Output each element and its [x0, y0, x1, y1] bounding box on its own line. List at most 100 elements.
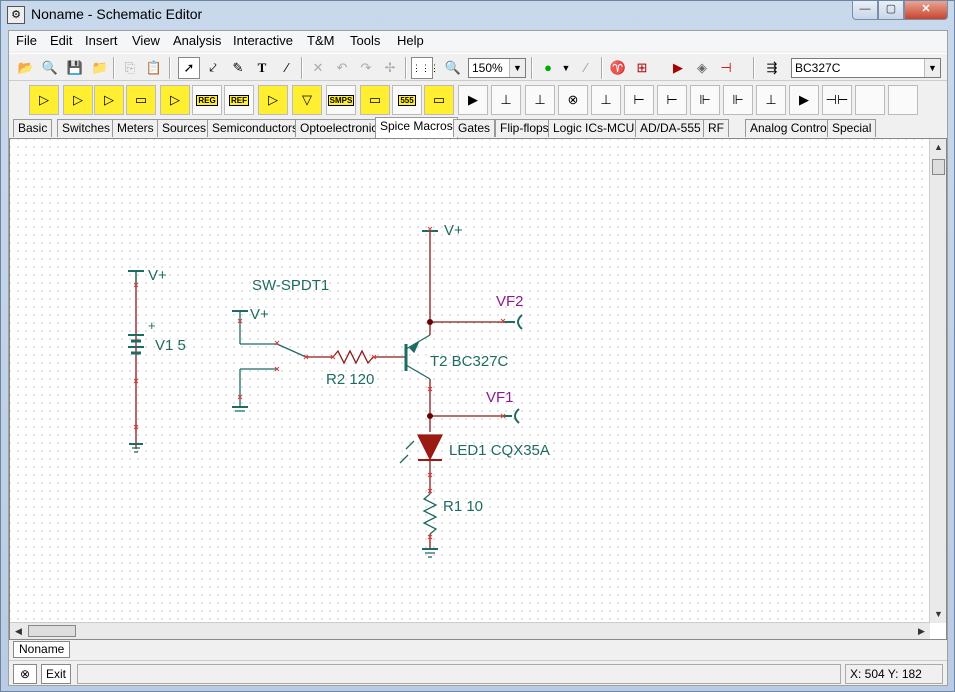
component-select[interactable]: BC327C ▼ — [791, 58, 941, 78]
delete-icon[interactable]: ✕ — [307, 57, 329, 79]
component-search-icon[interactable]: ⇶ — [761, 57, 783, 79]
chevron-down-icon[interactable]: ▼ — [924, 59, 940, 77]
schematic-app-icon[interactable]: ⚙ — [7, 6, 25, 24]
diode-icon[interactable]: ▶ — [667, 57, 689, 79]
sheet-tab-noname[interactable]: Noname — [13, 641, 71, 658]
tab-flip-flops[interactable]: Flip-flops — [495, 119, 554, 137]
vertical-scrollbar[interactable]: ▲ ▼ — [929, 139, 946, 623]
menu-tools[interactable]: Tools — [350, 33, 380, 48]
igbt-icon[interactable]: ⊥ — [756, 85, 786, 115]
resistor-r1[interactable] — [422, 493, 438, 535]
menu-insert[interactable]: Insert — [85, 33, 118, 48]
transistor-t2[interactable] — [404, 334, 431, 380]
vertical-scroll-thumb[interactable] — [932, 159, 945, 175]
paste-icon[interactable]: 📋 — [143, 57, 165, 79]
photo-transistor-icon[interactable]: ⊗ — [558, 85, 588, 115]
capacitor-icon[interactable]: ⊣⊢ — [822, 85, 852, 115]
driver-macro-icon[interactable]: ▷ — [160, 85, 190, 115]
diode-macro-icon[interactable]: ▶ — [458, 85, 488, 115]
chip-macro-icon[interactable]: ▭ — [424, 85, 454, 115]
probe-icon[interactable]: ⁄ — [575, 57, 597, 79]
dc-analysis-icon[interactable]: ● — [537, 57, 559, 79]
switch-spdt1[interactable] — [232, 310, 333, 412]
blank-component-slot[interactable] — [888, 85, 918, 115]
text-tool-icon[interactable]: T — [251, 57, 273, 79]
mirror-icon[interactable]: ✢ — [379, 57, 401, 79]
menu-analysis[interactable]: Analysis — [173, 33, 221, 48]
jfet-p-icon[interactable]: ⊢ — [657, 85, 687, 115]
tab-rf[interactable]: RF — [703, 119, 729, 137]
timer-555-icon[interactable]: 555 — [392, 85, 422, 115]
scroll-down-icon[interactable]: ▼ — [930, 606, 947, 623]
switch-icon[interactable]: ⊣ — [715, 57, 737, 79]
title-bar[interactable]: ⚙ Noname - Schematic Editor — ▢ ✕ — [1, 1, 954, 29]
grid-toggle-icon[interactable]: ⋮⋮⋮ — [411, 57, 439, 79]
redo-icon[interactable]: ↷ — [355, 57, 377, 79]
tab-analog-control[interactable]: Analog Control — [745, 119, 835, 137]
tab-special[interactable]: Special — [827, 119, 877, 137]
menu-interactive[interactable]: Interactive — [233, 33, 293, 48]
label-tool-icon[interactable]: ⁄ — [276, 57, 298, 79]
scroll-right-icon[interactable]: ▶ — [913, 623, 930, 640]
amplifier-macro-icon[interactable]: ▷ — [94, 85, 124, 115]
copy-icon[interactable]: ⎘ — [119, 57, 141, 79]
regulator-icon[interactable]: REG — [192, 85, 222, 115]
menu-edit[interactable]: Edit — [50, 33, 72, 48]
scroll-up-icon[interactable]: ▲ — [930, 139, 947, 156]
menu-tm[interactable]: T&M — [307, 33, 334, 48]
darlington-icon[interactable]: ⊥ — [591, 85, 621, 115]
tab-semiconductors[interactable]: Semiconductors — [207, 119, 304, 137]
save-icon[interactable]: 💾 — [64, 57, 86, 79]
tab-meters[interactable]: Meters — [112, 119, 159, 137]
ic-macro-icon[interactable]: ▭ — [360, 85, 390, 115]
browse-icon[interactable]: 🔍 — [39, 57, 61, 79]
smps-icon[interactable]: SMPS — [326, 85, 356, 115]
relay-icon[interactable]: ⊞ — [631, 57, 653, 79]
npn-transistor-icon[interactable]: ⊥ — [491, 85, 521, 115]
reference-icon[interactable]: REF — [224, 85, 254, 115]
pencil-icon[interactable]: ✎ — [227, 57, 249, 79]
undo-icon[interactable]: ↶ — [331, 57, 353, 79]
mosfet-p-icon[interactable]: ⊩ — [723, 85, 753, 115]
scroll-left-icon[interactable]: ◀ — [10, 623, 27, 640]
tab-ad-da-555[interactable]: AD/DA-555 — [635, 119, 706, 137]
tab-sources[interactable]: Sources — [157, 119, 212, 137]
blank-component-slot[interactable] — [855, 85, 885, 115]
tab-gates[interactable]: Gates — [453, 119, 496, 137]
open-folder-icon[interactable]: 📂 — [15, 57, 37, 79]
menu-help[interactable]: Help — [397, 33, 424, 48]
horizontal-scroll-thumb[interactable] — [28, 625, 76, 637]
tab-spice-macros[interactable]: Spice Macros — [375, 117, 458, 138]
resistor-r2[interactable] — [332, 349, 374, 365]
tab-basic[interactable]: Basic — [13, 119, 53, 137]
schmitt-macro-icon[interactable]: ▷ — [258, 85, 288, 115]
chevron-down-icon[interactable]: ▼ — [560, 57, 572, 79]
chevron-down-icon[interactable]: ▼ — [509, 59, 525, 77]
minimize-button[interactable]: — — [852, 1, 878, 20]
mosfet-n-icon[interactable]: ⊩ — [690, 85, 720, 115]
open-icon[interactable]: 📁 — [89, 57, 111, 79]
opamp-macro-icon[interactable]: ▷ — [29, 85, 59, 115]
menu-file[interactable]: File — [16, 33, 37, 48]
tab-logic-ics-mcus[interactable]: Logic ICs-MCUs — [548, 119, 646, 137]
probe-vf1[interactable] — [503, 408, 520, 424]
zoom-select[interactable]: 150% ▼ — [468, 58, 526, 78]
probe-vf2[interactable] — [503, 314, 523, 330]
maximize-button[interactable]: ▢ — [878, 1, 904, 20]
wire-mode-icon[interactable]: ⤦ — [202, 57, 224, 79]
thyristor-icon[interactable]: ▶ — [789, 85, 819, 115]
battery-v1[interactable] — [128, 270, 144, 453]
horizontal-scrollbar[interactable]: ◀ ▶ — [10, 622, 930, 639]
select-arrow-icon[interactable]: ➚ — [178, 57, 200, 79]
jfet-n-icon[interactable]: ⊢ — [624, 85, 654, 115]
buffer-macro-icon[interactable]: ▭ — [126, 85, 156, 115]
led-icon[interactable]: ◈ — [691, 57, 713, 79]
tab-switches[interactable]: Switches — [57, 119, 116, 137]
exit-button[interactable]: Exit — [41, 664, 71, 684]
schematic-canvas[interactable]: V+ + V1 5 SW-SPDT1 V+ R2 120 V+ T2 BC327… — [10, 139, 930, 623]
comparator-macro-icon[interactable]: ▷ — [63, 85, 93, 115]
pnp-transistor-icon[interactable]: ⊥ — [525, 85, 555, 115]
tab-optoelectronic[interactable]: Optoelectronic — [295, 119, 383, 137]
zoom-icon[interactable]: 🔍 — [442, 57, 464, 79]
menu-view[interactable]: View — [132, 33, 160, 48]
